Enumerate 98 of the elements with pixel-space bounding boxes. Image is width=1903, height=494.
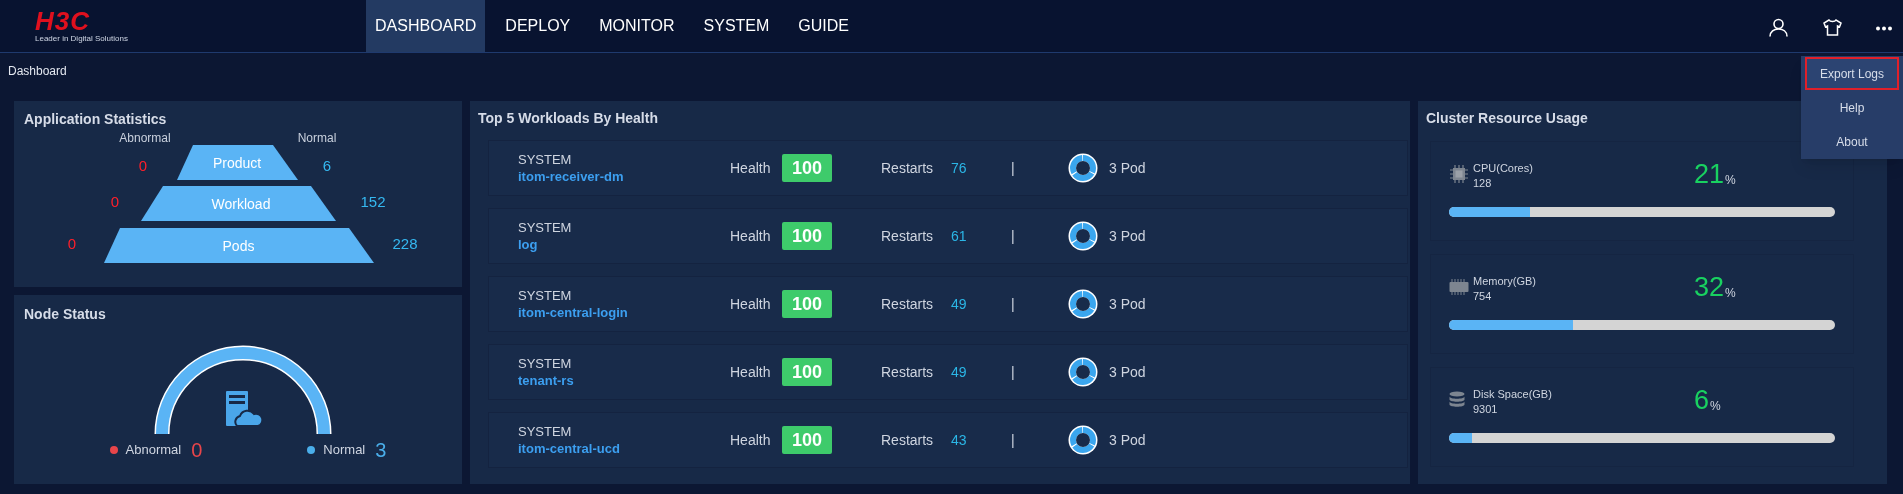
- column-label: Normal: [297, 131, 337, 145]
- health-label: Health: [730, 226, 772, 246]
- pod-count: 3 Pod: [1109, 294, 1146, 314]
- pod-donut-icon: [1067, 220, 1099, 252]
- health-label: Health: [730, 430, 772, 450]
- abnormal-count: 0: [138, 156, 148, 174]
- resource-total: 128: [1473, 176, 1493, 190]
- workload-name[interactable]: itom-central-login: [518, 304, 730, 321]
- abnormal-count: 0: [67, 234, 77, 252]
- menu-item[interactable]: Help: [1801, 91, 1903, 125]
- restarts-label: Restarts: [881, 430, 935, 450]
- separator: |: [1011, 294, 1016, 314]
- separator: |: [1011, 362, 1016, 382]
- namespace-label: SYSTEM: [518, 151, 573, 168]
- percent-sign: %: [1725, 172, 1736, 188]
- resource-label: Disk Space(GB): [1473, 387, 1553, 402]
- workload-row[interactable]: SYSTEM itom-receiver-dm Health 100 Restarts 76 | 3 Pod: [488, 140, 1408, 196]
- shirt-icon[interactable]: [1823, 19, 1842, 36]
- health-score: 100: [782, 358, 832, 386]
- restarts-count: 76: [951, 158, 968, 178]
- normal-count: 6: [322, 156, 332, 174]
- legend-label: Abnormal: [125, 441, 182, 460]
- pod-donut-icon: [1067, 356, 1099, 388]
- usage-percent: 21: [1694, 160, 1725, 188]
- namespace-label: SYSTEM: [518, 355, 573, 372]
- resource-total: 754: [1473, 289, 1493, 303]
- workload-row[interactable]: SYSTEM tenant-rs Health 100 Restarts 49 | 3 Pod: [488, 344, 1408, 400]
- menu-item[interactable]: Export Logs: [1805, 57, 1899, 90]
- restarts-count: 61: [951, 226, 968, 246]
- pod-count: 3 Pod: [1109, 430, 1146, 450]
- workload-row[interactable]: SYSTEM log Health 100 Restarts 61 | 3 Pod: [488, 208, 1408, 264]
- health-score: 100: [782, 290, 832, 318]
- workload-name[interactable]: itom-receiver-dm: [518, 168, 730, 185]
- normal-count: 228: [392, 234, 418, 252]
- memory-module-icon: [1449, 278, 1469, 296]
- menu-item[interactable]: About: [1801, 125, 1903, 159]
- pod-donut-icon: [1067, 424, 1099, 456]
- chip-icon: [1449, 164, 1469, 184]
- nav-tab[interactable]: DEPLOY: [496, 0, 580, 52]
- workload-name[interactable]: itom-central-ucd: [518, 440, 730, 457]
- namespace-label: SYSTEM: [518, 287, 573, 304]
- nav-tab[interactable]: GUIDE: [789, 0, 858, 52]
- usage-percent: 6: [1694, 386, 1710, 414]
- pod-donut-icon: [1067, 288, 1099, 320]
- normal-count: 152: [360, 192, 386, 210]
- percent-sign: %: [1710, 398, 1721, 414]
- resource-label: Memory(GB): [1473, 274, 1537, 289]
- column-label: Abnormal: [119, 131, 171, 145]
- panel-title: Node Status: [24, 305, 106, 323]
- restarts-label: Restarts: [881, 362, 935, 382]
- workload-row[interactable]: SYSTEM itom-central-ucd Health 100 Restarts 43 | 3 Pod: [488, 412, 1408, 468]
- nav-tab[interactable]: DASHBOARD: [366, 0, 486, 52]
- restarts-count: 49: [951, 294, 968, 314]
- logo: H3C: [35, 9, 90, 33]
- restarts-label: Restarts: [881, 226, 935, 246]
- namespace-label: SYSTEM: [518, 423, 573, 440]
- separator: |: [1011, 226, 1016, 246]
- separator: |: [1011, 158, 1016, 178]
- pod-count: 3 Pod: [1109, 226, 1146, 246]
- breadcrumb[interactable]: Dashboard: [8, 61, 67, 80]
- tier-label: Pods: [222, 237, 255, 254]
- logo-tagline: Leader in Digital Solutions: [35, 34, 128, 43]
- pod-count: 3 Pod: [1109, 362, 1146, 382]
- health-label: Health: [730, 294, 772, 314]
- health-score: 100: [782, 426, 832, 454]
- health-score: 100: [782, 222, 832, 250]
- pod-donut-icon: [1067, 152, 1099, 184]
- restarts-count: 49: [951, 362, 968, 382]
- health-label: Health: [730, 158, 772, 178]
- namespace-label: SYSTEM: [518, 219, 573, 236]
- nav-tab[interactable]: MONITOR: [590, 0, 684, 52]
- health-score: 100: [782, 154, 832, 182]
- restarts-label: Restarts: [881, 294, 935, 314]
- user-icon[interactable]: [1769, 18, 1788, 37]
- legend-label: Normal: [323, 441, 366, 460]
- percent-sign: %: [1725, 285, 1736, 301]
- panel-title: Application Statistics: [24, 110, 167, 129]
- panel-title: Top 5 Workloads By Health: [478, 109, 659, 127]
- tier-label: Product: [212, 154, 262, 171]
- server-cloud-icon: [226, 391, 264, 427]
- legend-count: 0: [191, 440, 203, 460]
- workload-name[interactable]: log: [518, 236, 730, 253]
- restarts-label: Restarts: [881, 158, 935, 178]
- health-label: Health: [730, 362, 772, 382]
- workload-name[interactable]: tenant-rs: [518, 372, 730, 389]
- nav-tab[interactable]: SYSTEM: [694, 0, 779, 52]
- legend-count: 3: [375, 440, 387, 460]
- abnormal-count: 0: [110, 192, 120, 210]
- restarts-count: 43: [951, 430, 968, 450]
- usage-percent: 32: [1694, 273, 1725, 301]
- resource-total: 9301: [1473, 402, 1499, 416]
- more-icon[interactable]: [1876, 26, 1892, 31]
- tier-label: Workload: [211, 195, 271, 212]
- separator: |: [1011, 430, 1016, 450]
- resource-label: CPU(Cores): [1473, 161, 1534, 176]
- database-icon: [1449, 391, 1465, 409]
- pod-count: 3 Pod: [1109, 158, 1146, 178]
- workload-row[interactable]: SYSTEM itom-central-login Health 100 Restarts 49 | 3 Pod: [488, 276, 1408, 332]
